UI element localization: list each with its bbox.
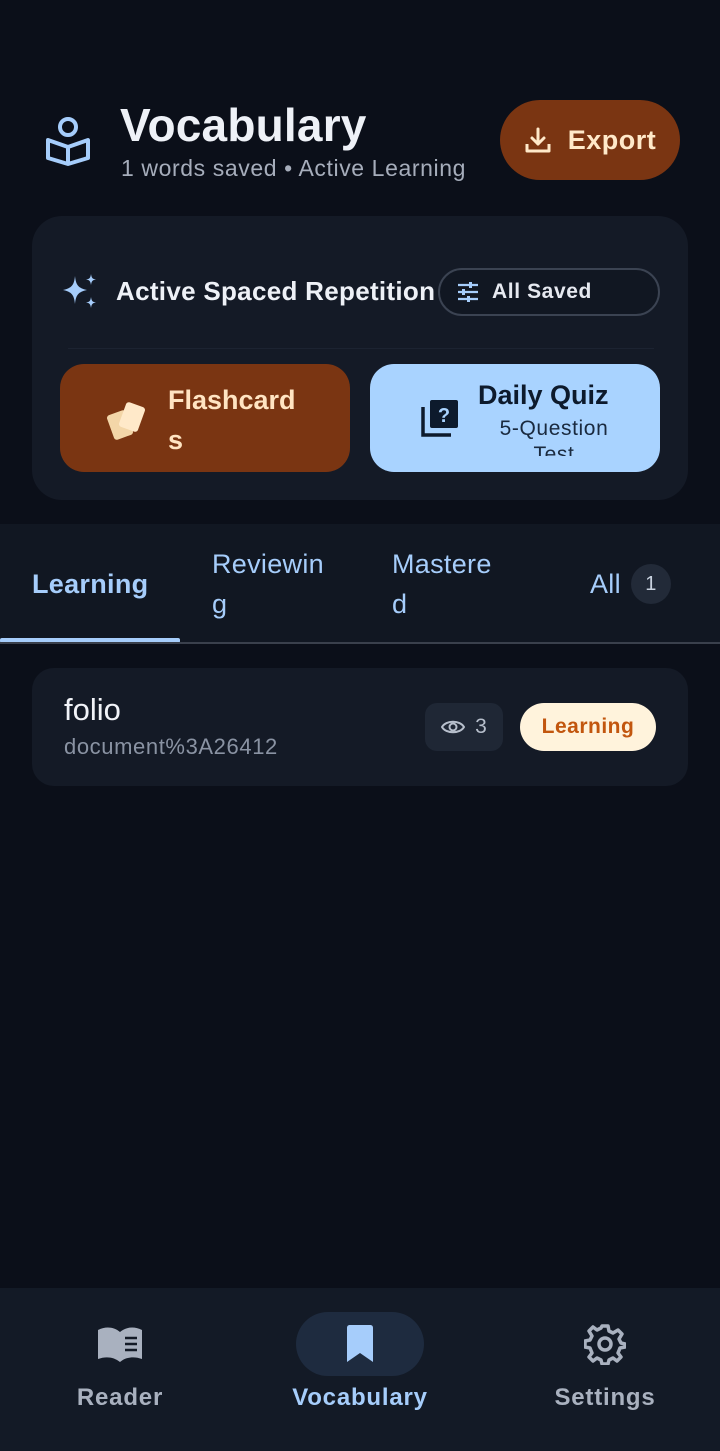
sparkle-icon	[63, 274, 96, 308]
quiz-icon: ?	[421, 400, 458, 437]
nav-reader[interactable]: Reader	[0, 1288, 240, 1451]
tab-label: Reviewing	[212, 549, 324, 619]
page-subtitle: 1 words saved • Active Learning	[121, 155, 467, 181]
nav-icon-container	[56, 1312, 184, 1376]
list-item[interactable]: folio document%3A26412 3 Learning	[32, 668, 688, 786]
tab-mastered[interactable]: Mastered	[360, 524, 540, 642]
tabs-divider	[0, 642, 720, 644]
book-icon	[98, 1327, 142, 1362]
bottom-navigation: Reader Vocabulary Settings	[0, 1288, 720, 1451]
nav-label: Settings	[554, 1384, 656, 1411]
tab-label: All	[590, 569, 621, 599]
svg-text:?: ?	[438, 405, 450, 427]
tab-learning[interactable]: Learning	[0, 524, 180, 642]
daily-quiz-subtitle: 5-Question Test	[499, 417, 609, 456]
word-text: folio	[64, 692, 121, 727]
bookmark-icon	[347, 1325, 373, 1362]
status-tabs: Learning Reviewing Mastered All 1	[0, 524, 720, 644]
eye-icon	[441, 720, 466, 734]
gear-icon	[584, 1324, 626, 1365]
flashcards-button[interactable]: Flashcards	[60, 364, 350, 472]
filter-label: All Saved	[492, 280, 592, 303]
export-label: Export	[567, 124, 657, 155]
view-count: 3	[425, 703, 503, 751]
vocabulary-screen: Vocabulary 1 words saved • Active Learni…	[0, 0, 720, 1451]
nav-label: Reader	[76, 1384, 164, 1411]
tab-reviewing[interactable]: Reviewing	[180, 524, 360, 642]
view-count-value: 3	[475, 715, 487, 738]
card-title: Active Spaced Repetition	[116, 276, 436, 306]
word-source: document%3A26412	[64, 734, 278, 759]
card-divider	[68, 348, 654, 349]
status-badge: Learning	[520, 703, 656, 751]
tab-label: Mastered	[392, 549, 492, 619]
daily-quiz-label: Daily Quiz	[478, 380, 609, 410]
page-title: Vocabulary	[120, 99, 367, 151]
nav-icon-container	[541, 1312, 669, 1376]
tab-all[interactable]: All 1	[540, 524, 720, 642]
count-badge: 1	[631, 564, 671, 604]
nav-icon-container	[296, 1312, 424, 1376]
reading-person-icon	[46, 117, 90, 166]
nav-vocabulary[interactable]: Vocabulary	[240, 1288, 480, 1451]
nav-settings[interactable]: Settings	[485, 1288, 720, 1451]
download-icon	[525, 127, 551, 153]
filter-chip[interactable]: All Saved	[438, 268, 660, 316]
cards-icon	[107, 402, 145, 440]
tab-label: Learning	[32, 569, 149, 599]
header: Vocabulary 1 words saved • Active Learni…	[0, 0, 720, 210]
daily-quiz-button[interactable]: ? Daily Quiz 5-Question Test	[370, 364, 660, 472]
nav-label: Vocabulary	[292, 1384, 428, 1411]
sliders-icon	[458, 282, 478, 302]
spaced-repetition-card: Active Spaced Repetition All Saved Flash…	[32, 216, 688, 500]
export-button[interactable]: Export	[500, 100, 680, 180]
flashcards-label: Flashcards	[168, 385, 296, 455]
